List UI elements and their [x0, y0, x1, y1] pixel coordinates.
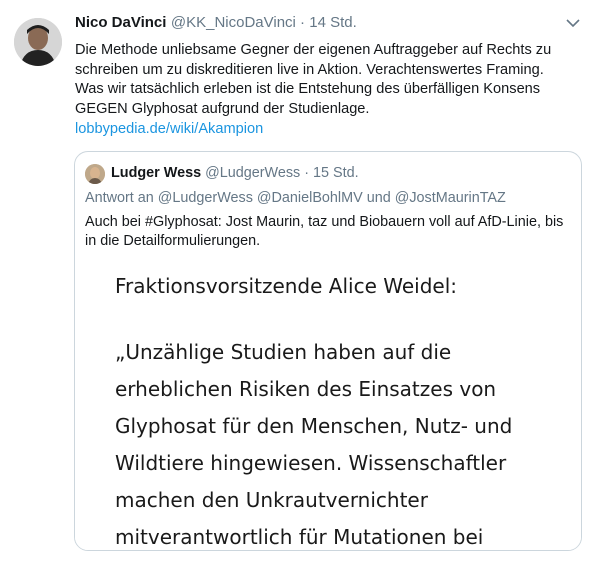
quoted-tweet[interactable]: Ludger Wess @LudgerWess · 15 Std. Antwor… — [74, 151, 582, 551]
author-name[interactable]: Nico DaVinci — [75, 14, 166, 31]
image-text-line: erheblichen Risiken des Einsatzes von — [115, 377, 497, 401]
author-handle[interactable]: @KK_NicoDaVinci — [171, 14, 296, 31]
quoted-tweet-header: Ludger Wess @LudgerWess · 15 Std. — [111, 165, 359, 181]
image-text-line: Glyphosat für den Menschen, Nutz- und — [115, 414, 513, 438]
author-avatar[interactable] — [14, 18, 62, 66]
image-text-line: machen den Unkrautvernichter — [115, 488, 428, 512]
quoted-tweet-text: Auch bei #Glyphosat: Jost Maurin, taz un… — [85, 214, 564, 249]
image-text-line: Wildtiere hingewiesen. Wissenschaftler — [115, 451, 507, 475]
reply-to-line: Antwort an @LudgerWess @DanielBohlMV und… — [85, 190, 506, 206]
image-text-line: mitverantwortlich für Mutationen bei — [115, 525, 484, 549]
tweet-text: Die Methode unliebsame Gegner der eigene… — [75, 42, 552, 117]
quoted-tweet-image[interactable]: Fraktionsvorsitzende Alice Weidel: „Unzä… — [75, 252, 581, 550]
image-text-line: „Unzählige Studien haben auf die — [115, 340, 452, 364]
tweet-time[interactable]: 14 Std. — [309, 14, 357, 31]
tweet-link[interactable]: lobbypedia.de/wiki/Akampion — [75, 120, 263, 139]
separator: · — [300, 165, 314, 181]
quoted-author-name[interactable]: Ludger Wess — [111, 165, 201, 181]
tweet-header: Nico DaVinci @KK_NicoDaVinci · 14 Std. — [75, 14, 592, 36]
quoted-author-handle[interactable]: @LudgerWess — [205, 165, 300, 181]
chevron-down-icon[interactable] — [564, 16, 582, 30]
quoted-author-avatar[interactable] — [85, 164, 105, 184]
separator: · — [295, 14, 310, 31]
quoted-tweet-time[interactable]: 15 Std. — [313, 165, 359, 181]
image-heading: Fraktionsvorsitzende Alice Weidel: — [115, 274, 458, 298]
